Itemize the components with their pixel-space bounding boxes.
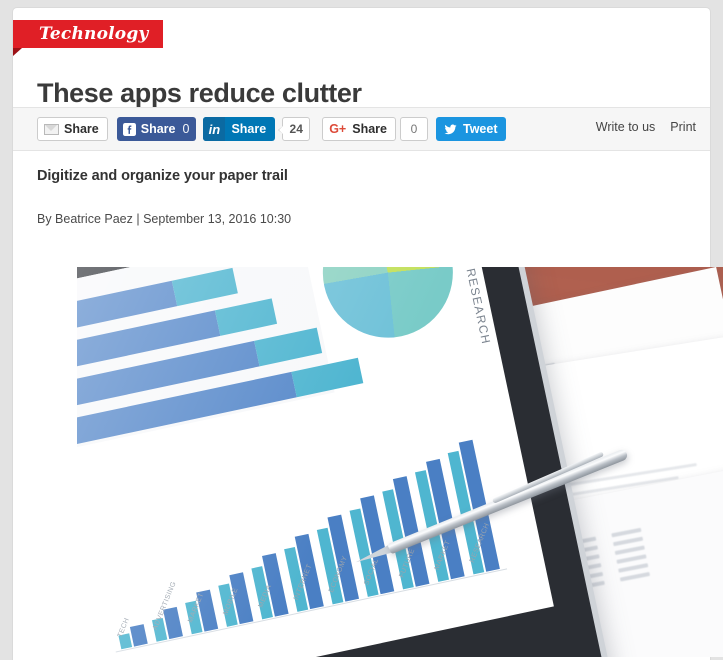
twitter-tweet-label: Tweet: [462, 122, 498, 136]
article-panel: Technology These apps reduce clutter Sha…: [13, 8, 723, 660]
email-share-button[interactable]: Share: [37, 117, 108, 141]
category-ribbon[interactable]: Technology: [13, 20, 163, 56]
share-button-group: Share Share 0 in Share 24 G+ Share 0 Twe…: [37, 117, 507, 141]
share-bar: Share Share 0 in Share 24 G+ Share 0 Twe…: [13, 107, 710, 151]
category-ribbon-label[interactable]: Technology: [13, 20, 163, 48]
tablet-screen: TECH ADVERTISING MARKET MOBILE MEDIA INT…: [77, 267, 554, 657]
linkedin-share-button[interactable]: in Share: [203, 117, 276, 141]
facebook-share-count: 0: [182, 122, 190, 136]
envelope-icon: [44, 123, 59, 135]
write-to-us-link[interactable]: Write to us: [596, 120, 656, 134]
tablet-device: TECH ADVERTISING MARKET MOBILE MEDIA INT…: [77, 267, 613, 657]
google-plus-share-button[interactable]: G+ Share: [322, 117, 396, 141]
vertical-bar-chart: [94, 439, 500, 650]
linkedin-icon: in: [203, 117, 226, 141]
print-link[interactable]: Print: [670, 120, 696, 134]
facebook-share-button[interactable]: Share 0: [116, 117, 197, 141]
twitter-bird-icon: [444, 124, 457, 134]
pie-chart-lower: [310, 267, 465, 350]
article-hero-image: TECH ADVERTISING MARKET MOBILE MEDIA INT…: [77, 267, 723, 657]
twitter-tweet-button[interactable]: Tweet: [435, 117, 507, 141]
article-subhead: Digitize and organize your paper trail: [37, 168, 288, 184]
article-byline: By Beatrice Paez | September 13, 2016 10…: [37, 212, 292, 226]
google-plus-icon: G+: [329, 122, 347, 136]
email-share-label: Share: [64, 122, 99, 136]
facebook-share-label: Share: [140, 122, 176, 136]
google-plus-share-label: Share: [352, 122, 387, 136]
google-plus-share-count: 0: [399, 117, 428, 141]
linkedin-share-count: 24: [278, 117, 311, 141]
horizontal-bar-chart: [77, 267, 364, 455]
page-root: Technology These apps reduce clutter Sha…: [0, 0, 723, 660]
facebook-icon: [122, 122, 136, 136]
page-title: These apps reduce clutter: [37, 78, 362, 109]
photo-canvas: TECH ADVERTISING MARKET MOBILE MEDIA INT…: [77, 267, 723, 657]
share-bar-utility-links: Write to us Print: [596, 120, 696, 134]
linkedin-share-label: Share: [231, 122, 267, 136]
ribbon-fold-icon: [13, 48, 22, 56]
